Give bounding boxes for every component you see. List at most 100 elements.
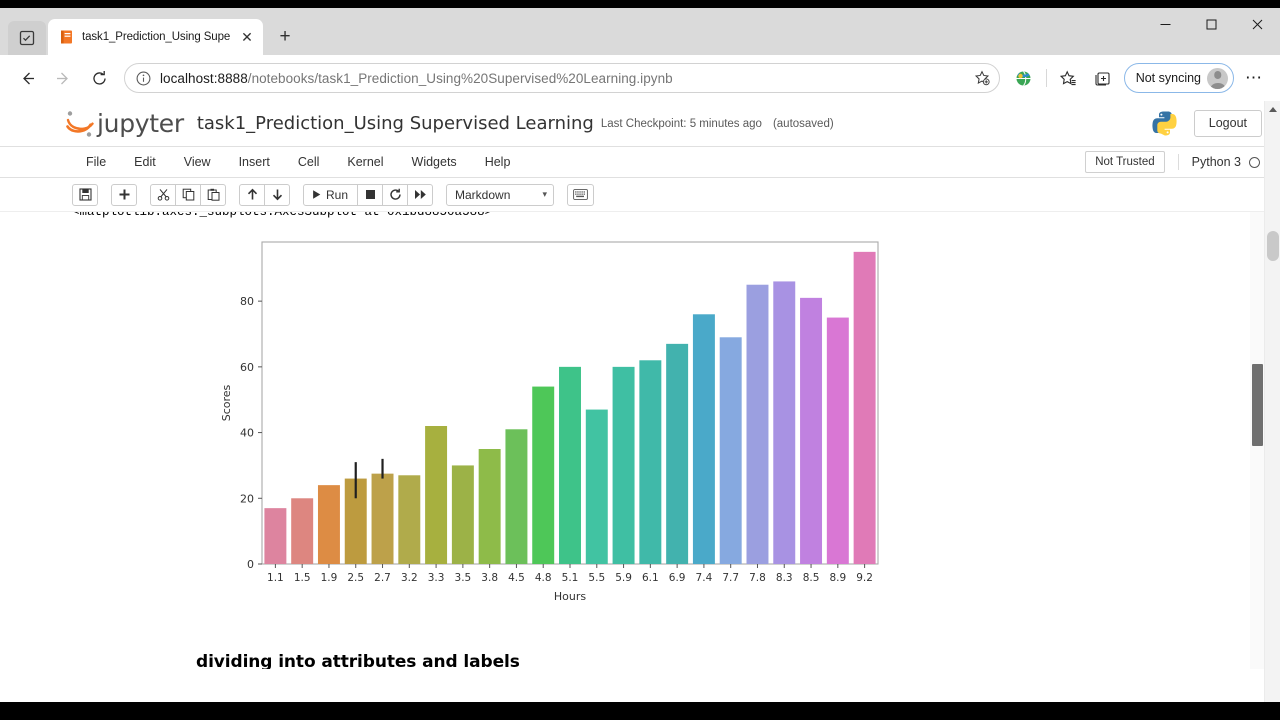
info-icon[interactable] <box>135 70 152 87</box>
toolbar-group-run: Run <box>303 183 434 206</box>
minimize-button[interactable] <box>1142 8 1188 40</box>
play-icon <box>313 190 321 199</box>
paste-button[interactable] <box>200 183 226 206</box>
copy-icon <box>182 188 194 201</box>
browser-tab-active[interactable]: task1_Prediction_Using Supervise ✕ <box>48 19 263 55</box>
refresh-icon <box>92 70 106 85</box>
markdown-heading: dividing into attributes and labels <box>196 652 520 669</box>
checkpoint-label: Last Checkpoint: 5 minutes ago <box>600 117 762 130</box>
favorites-icon[interactable] <box>1053 62 1085 94</box>
autosaved-label: (autosaved) <box>772 117 834 130</box>
menu-edit[interactable]: Edit <box>120 155 170 169</box>
menu-view[interactable]: View <box>170 155 225 169</box>
svg-text:5.1: 5.1 <box>562 572 579 584</box>
interrupt-kernel-button[interactable] <box>357 183 384 206</box>
svg-text:40: 40 <box>240 427 254 440</box>
command-palette-button[interactable] <box>567 183 595 206</box>
browser-scrollbar[interactable] <box>1264 101 1280 702</box>
svg-text:Hours: Hours <box>554 590 586 603</box>
copy-button[interactable] <box>175 183 201 206</box>
jupyter-favicon-icon <box>59 29 75 45</box>
menu-kernel[interactable]: Kernel <box>333 155 397 169</box>
window-controls <box>1142 8 1280 40</box>
svg-text:0: 0 <box>247 558 254 571</box>
jupyter-wordmark: jupyter <box>97 109 184 138</box>
url-text: localhost:8888/notebooks/task1_Predictio… <box>160 71 963 86</box>
menu-help[interactable]: Help <box>471 155 525 169</box>
chevron-down-icon: ▾ <box>542 189 548 199</box>
jupyter-logo-icon <box>63 107 97 141</box>
browser-scrollbar-thumb[interactable] <box>1267 231 1279 261</box>
close-tab-icon[interactable]: ✕ <box>237 27 257 47</box>
browser-settings-button[interactable]: ⋯ <box>1238 62 1270 94</box>
scissors-icon <box>157 189 169 201</box>
menu-cell[interactable]: Cell <box>284 155 334 169</box>
notebook-name[interactable]: task1_Prediction_Using Supervised Learni… <box>197 113 594 134</box>
toolbar-group-clipboard <box>150 183 226 206</box>
svg-text:20: 20 <box>240 492 254 505</box>
jupyter-logo[interactable]: jupyter <box>63 107 184 141</box>
new-tab-button[interactable]: + <box>269 21 301 53</box>
url-path: /notebooks/task1_Prediction_Using%20Supe… <box>247 70 673 86</box>
reload-button[interactable] <box>82 61 116 95</box>
svg-text:7.4: 7.4 <box>696 572 713 584</box>
svg-text:5.5: 5.5 <box>588 572 605 584</box>
arrow-up-icon <box>247 188 257 200</box>
kernel-idle-indicator-icon <box>1249 156 1260 168</box>
arrow-right-icon <box>56 72 68 84</box>
browser-tabstrip: task1_Prediction_Using Supervise ✕ + <box>0 8 1280 55</box>
trust-status-badge[interactable]: Not Trusted <box>1085 151 1165 173</box>
svg-text:6.9: 6.9 <box>669 572 686 584</box>
notebook-scroll-area[interactable]: Out[9]: <matplotlib.axes._subplots.AxesS… <box>0 212 1280 669</box>
address-bar[interactable]: localhost:8888/notebooks/task1_Predictio… <box>124 63 1000 93</box>
cell-type-select[interactable]: Markdown ▾ <box>446 183 555 206</box>
svg-text:3.3: 3.3 <box>428 572 445 584</box>
stop-icon <box>365 190 375 199</box>
cut-button[interactable] <box>150 183 176 206</box>
url-host: localhost:8888 <box>160 70 248 86</box>
arrow-down-icon <box>272 189 282 201</box>
menu-insert[interactable]: Insert <box>225 155 284 169</box>
fast-forward-icon <box>414 190 426 199</box>
svg-text:4.5: 4.5 <box>508 572 525 584</box>
run-button[interactable]: Run <box>303 183 359 206</box>
collections-icon[interactable] <box>1087 62 1119 94</box>
menu-widgets[interactable]: Widgets <box>398 155 471 169</box>
restart-run-all-button[interactable] <box>407 183 434 206</box>
avatar <box>1207 67 1228 89</box>
svg-text:80: 80 <box>240 295 254 308</box>
svg-text:3.8: 3.8 <box>481 572 498 584</box>
restart-kernel-button[interactable] <box>382 183 409 206</box>
logout-button[interactable]: Logout <box>1193 110 1262 137</box>
svg-text:1.9: 1.9 <box>321 572 338 584</box>
bar-chart: 0 20 40 60 80 1.1 1.5 1.9 2.5 2.7 3.2 3.3 3.5 3.8 4.5 4… <box>220 241 879 603</box>
svg-text:7.7: 7.7 <box>722 572 739 584</box>
matplotlib-figure: 0 20 40 60 80 1.1 1.5 1.9 2.5 2.7 3.2 3.3 3.5 3.8 4.5 4… <box>190 234 890 604</box>
save-button[interactable] <box>72 183 98 206</box>
notebook-scrollbar-thumb[interactable] <box>1252 364 1263 446</box>
move-cell-up-button[interactable] <box>239 183 265 206</box>
kernel-name-label: Python 3 <box>1191 155 1241 169</box>
maximize-button[interactable] <box>1188 8 1234 40</box>
svg-text:3.5: 3.5 <box>455 572 472 584</box>
svg-text:3.2: 3.2 <box>401 572 418 584</box>
svg-text:8.9: 8.9 <box>829 572 846 584</box>
tab-manager-button[interactable] <box>8 21 46 55</box>
menu-file[interactable]: File <box>72 155 120 169</box>
jupyter-header: jupyter task1_Prediction_Using Supervise… <box>0 101 1280 147</box>
close-window-button[interactable] <box>1234 8 1280 40</box>
notebook-scrollbar[interactable] <box>1250 212 1264 669</box>
insert-cell-button[interactable] <box>111 183 137 206</box>
toolbar-group-save <box>72 183 98 206</box>
screen: task1_Prediction_Using Supervise ✕ + <box>0 0 1280 720</box>
add-favorite-icon[interactable] <box>971 67 993 89</box>
svg-text:6.1: 6.1 <box>642 572 659 584</box>
move-cell-down-button[interactable] <box>264 183 290 206</box>
extension-globe-icon[interactable] <box>1008 62 1040 94</box>
scroll-up-arrow-icon[interactable] <box>1268 107 1277 112</box>
toolbar-group-palette <box>567 183 595 206</box>
back-button[interactable] <box>10 61 44 95</box>
forward-button[interactable] <box>46 61 80 95</box>
cell-type-value: Markdown <box>455 187 511 202</box>
profile-button[interactable]: Not syncing <box>1123 63 1234 93</box>
